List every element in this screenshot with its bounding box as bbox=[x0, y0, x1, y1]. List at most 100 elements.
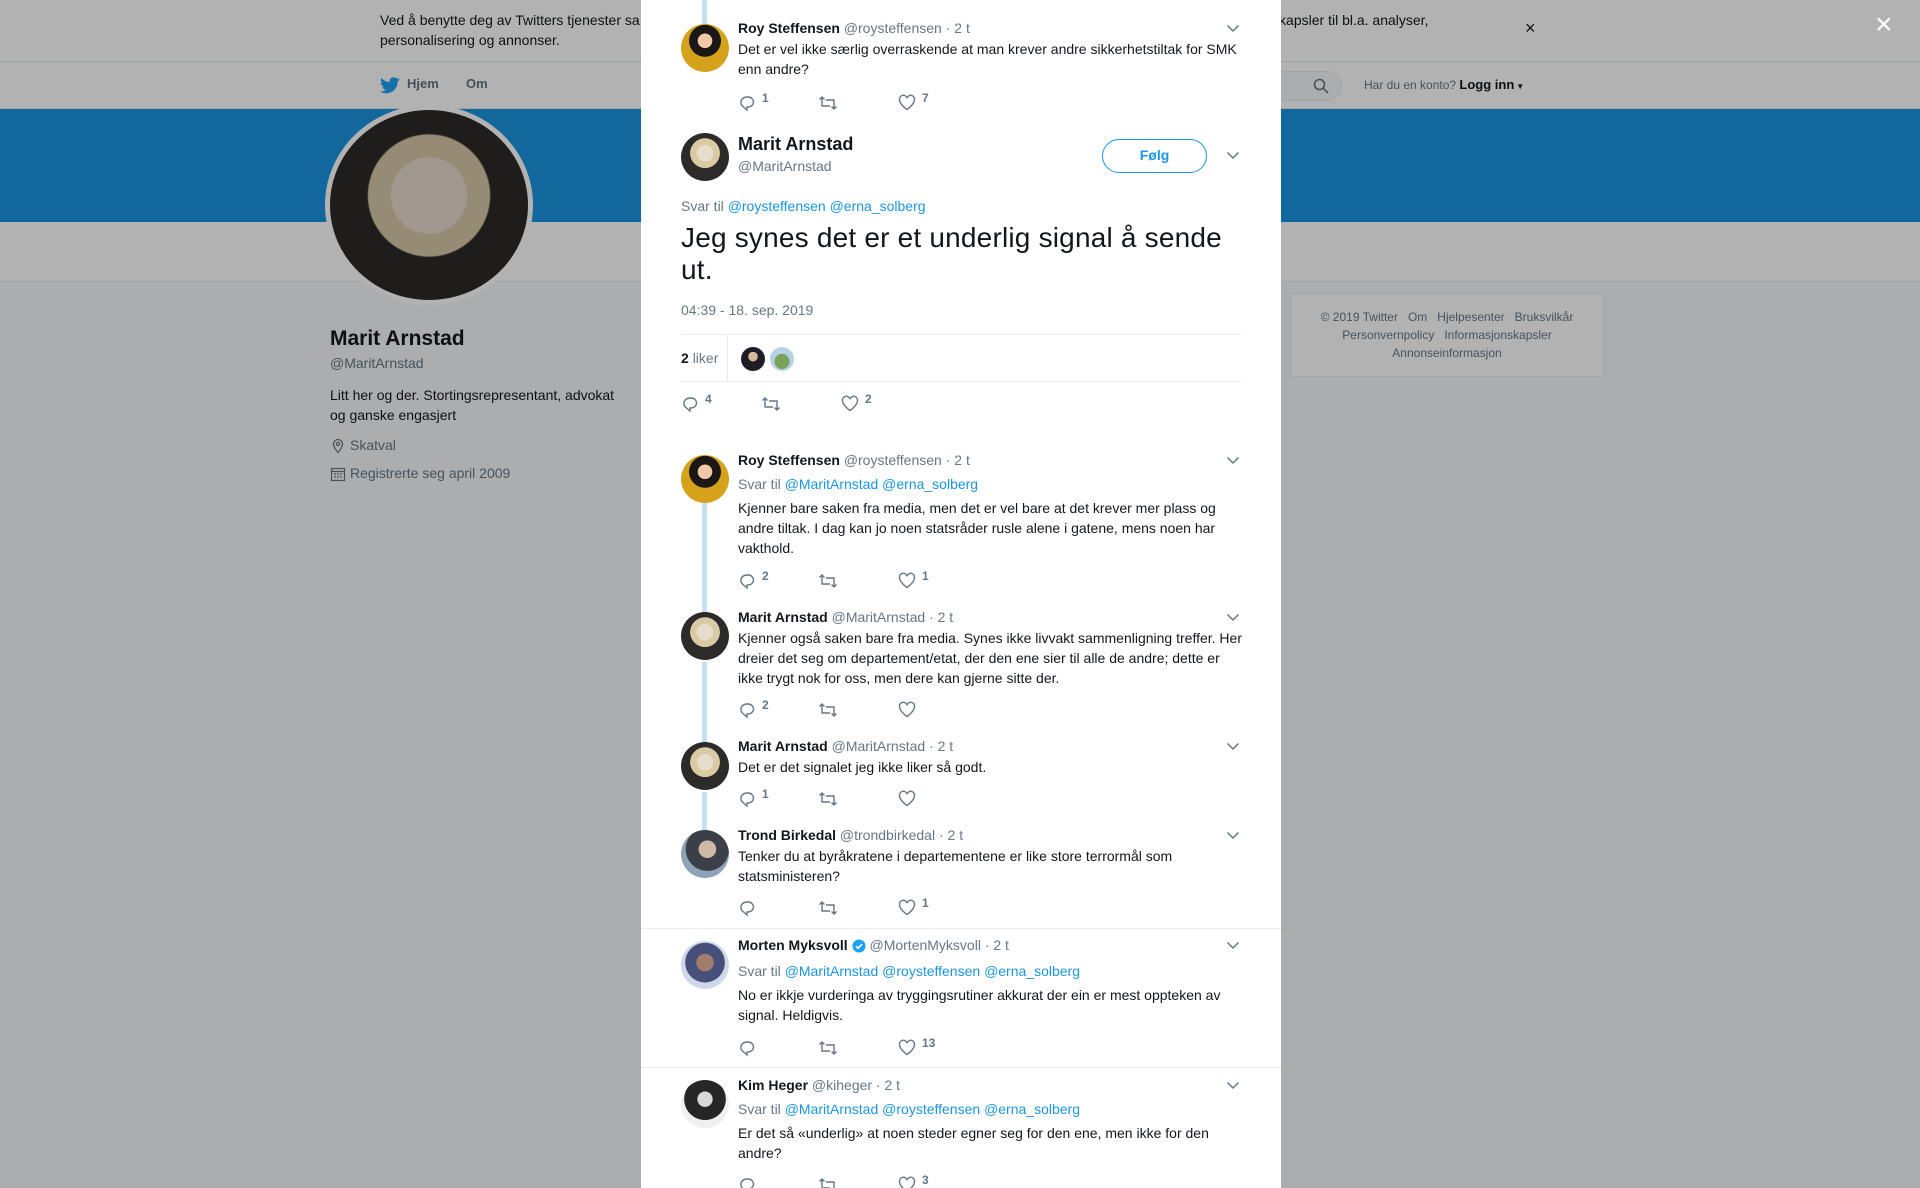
mention-link[interactable]: @roysteffensen bbox=[882, 1101, 980, 1117]
author-name[interactable]: Marit Arnstad bbox=[738, 134, 853, 155]
author-name[interactable]: Morten Myksvoll bbox=[738, 937, 848, 953]
author-handle[interactable]: @roysteffensen bbox=[844, 20, 942, 36]
reply-button[interactable]: 1 bbox=[738, 787, 769, 808]
retweet-button[interactable] bbox=[818, 790, 844, 808]
mention-link[interactable]: @erna_solberg bbox=[984, 963, 1080, 979]
heart-icon bbox=[898, 899, 916, 916]
author-name[interactable]: Kim Heger bbox=[738, 1077, 808, 1093]
reply-button[interactable] bbox=[738, 899, 762, 917]
tweet-stats: 2 liker bbox=[681, 334, 1241, 382]
mention-link[interactable]: @MaritArnstad bbox=[785, 476, 879, 492]
like-button[interactable]: 13 bbox=[898, 1036, 935, 1056]
avatar[interactable] bbox=[681, 612, 729, 660]
reply-button[interactable] bbox=[738, 1176, 762, 1188]
reply-icon bbox=[738, 1039, 756, 1057]
retweet-button[interactable] bbox=[818, 701, 844, 719]
retweet-button[interactable] bbox=[818, 572, 844, 590]
mention-link[interactable]: @MaritArnstad bbox=[785, 1101, 879, 1117]
author-handle[interactable]: @MaritArnstad bbox=[738, 158, 832, 174]
retweet-button[interactable] bbox=[818, 1176, 844, 1188]
mention-link[interactable]: @roysteffensen bbox=[728, 198, 826, 214]
retweet-button[interactable] bbox=[818, 1039, 844, 1057]
avatar[interactable] bbox=[681, 742, 729, 790]
retweet-button[interactable] bbox=[818, 94, 844, 112]
mention-link[interactable]: @erna_solberg bbox=[882, 476, 978, 492]
tweet-header: Roy Steffensen @roysteffensen · 2 t bbox=[738, 20, 970, 36]
avatar[interactable] bbox=[681, 455, 729, 503]
retweet-icon bbox=[818, 899, 838, 917]
tweet-header: Kim Heger @kiheger · 2 t bbox=[738, 1077, 900, 1093]
chevron-down-icon[interactable] bbox=[1226, 1081, 1240, 1090]
reply-icon bbox=[738, 701, 756, 719]
author-handle[interactable]: @MortenMyksvoll bbox=[869, 937, 980, 953]
mention-link[interactable]: @roysteffensen bbox=[882, 963, 980, 979]
liker-avatar[interactable] bbox=[741, 347, 765, 371]
like-button[interactable] bbox=[898, 790, 922, 807]
mention-link[interactable]: @MaritArnstad bbox=[785, 963, 879, 979]
reply-icon bbox=[681, 395, 699, 413]
like-button[interactable]: 2 bbox=[841, 392, 872, 412]
author-handle[interactable]: @MaritArnstad bbox=[832, 609, 926, 625]
chevron-down-icon[interactable] bbox=[1226, 613, 1240, 622]
heart-icon bbox=[898, 94, 916, 111]
author-handle[interactable]: @trondbirkedal bbox=[840, 827, 935, 843]
mention-link[interactable]: @erna_solberg bbox=[830, 198, 926, 214]
mention-link[interactable]: @erna_solberg bbox=[984, 1101, 1080, 1117]
tweet-time[interactable]: · 2 t bbox=[985, 937, 1009, 953]
tweet-time[interactable]: · 2 t bbox=[939, 827, 963, 843]
liker-avatar[interactable] bbox=[770, 347, 794, 371]
chevron-down-icon[interactable] bbox=[1226, 831, 1240, 840]
retweet-icon bbox=[818, 572, 838, 590]
reply-button[interactable] bbox=[738, 1039, 762, 1057]
retweet-icon bbox=[818, 1039, 838, 1057]
tweet-text: Kjenner bare saken fra media, men det er… bbox=[738, 500, 1216, 556]
author-handle[interactable]: @MaritArnstad bbox=[832, 738, 926, 754]
tweet-text: Er det så «underlig» at noen steder egne… bbox=[738, 1125, 1209, 1161]
author-name[interactable]: Marit Arnstad bbox=[738, 609, 828, 625]
chevron-down-icon[interactable] bbox=[1226, 941, 1240, 950]
thread-line bbox=[702, 0, 707, 26]
tweet-timestamp[interactable]: 04:39 - 18. sep. 2019 bbox=[681, 302, 813, 318]
reply-button[interactable]: 2 bbox=[738, 569, 769, 590]
chevron-down-icon[interactable] bbox=[1226, 151, 1240, 160]
like-button[interactable]: 1 bbox=[898, 569, 929, 589]
author-name[interactable]: Roy Steffensen bbox=[738, 20, 840, 36]
tweet-time[interactable]: · 2 t bbox=[876, 1077, 900, 1093]
tweet-time[interactable]: · 2 t bbox=[929, 738, 953, 754]
reply-context: Svar til @roysteffensen @erna_solberg bbox=[681, 198, 926, 214]
reply-button[interactable]: 1 bbox=[738, 91, 769, 112]
reply-context: Svar til @MaritArnstad @roysteffensen @e… bbox=[738, 963, 1080, 979]
author-handle[interactable]: @kiheger bbox=[812, 1077, 872, 1093]
like-button[interactable]: 3 bbox=[898, 1173, 929, 1188]
likes-count[interactable]: 2 liker bbox=[681, 350, 718, 366]
author-handle[interactable]: @roysteffensen bbox=[844, 452, 942, 468]
retweet-button[interactable] bbox=[761, 395, 787, 413]
tweet-text: No er ikkje vurderinga av tryggingsrutin… bbox=[738, 987, 1221, 1023]
like-button[interactable]: 7 bbox=[898, 91, 929, 111]
chevron-down-icon[interactable] bbox=[1226, 24, 1240, 33]
retweet-icon bbox=[818, 1176, 838, 1188]
heart-icon bbox=[898, 790, 916, 807]
reply-button[interactable]: 4 bbox=[681, 392, 712, 413]
like-button[interactable]: 1 bbox=[898, 896, 929, 916]
author-name[interactable]: Roy Steffensen bbox=[738, 452, 840, 468]
avatar[interactable] bbox=[681, 941, 729, 989]
chevron-down-icon[interactable] bbox=[1226, 742, 1240, 751]
avatar[interactable] bbox=[681, 830, 729, 878]
reply-icon bbox=[738, 1176, 756, 1188]
chevron-down-icon[interactable] bbox=[1226, 456, 1240, 465]
author-name[interactable]: Marit Arnstad bbox=[738, 738, 828, 754]
follow-button[interactable]: Følg bbox=[1102, 139, 1207, 173]
avatar[interactable] bbox=[681, 133, 729, 181]
author-name[interactable]: Trond Birkedal bbox=[738, 827, 836, 843]
close-icon[interactable]: × bbox=[1875, 10, 1893, 40]
avatar[interactable] bbox=[681, 24, 729, 72]
retweet-button[interactable] bbox=[818, 899, 844, 917]
reply-button[interactable]: 2 bbox=[738, 698, 769, 719]
tweet-time[interactable]: · 2 t bbox=[929, 609, 953, 625]
divider bbox=[641, 1067, 1281, 1068]
tweet-time[interactable]: · 2 t bbox=[946, 20, 970, 36]
like-button[interactable] bbox=[898, 701, 922, 718]
avatar[interactable] bbox=[681, 1080, 729, 1128]
tweet-time[interactable]: · 2 t bbox=[946, 452, 970, 468]
